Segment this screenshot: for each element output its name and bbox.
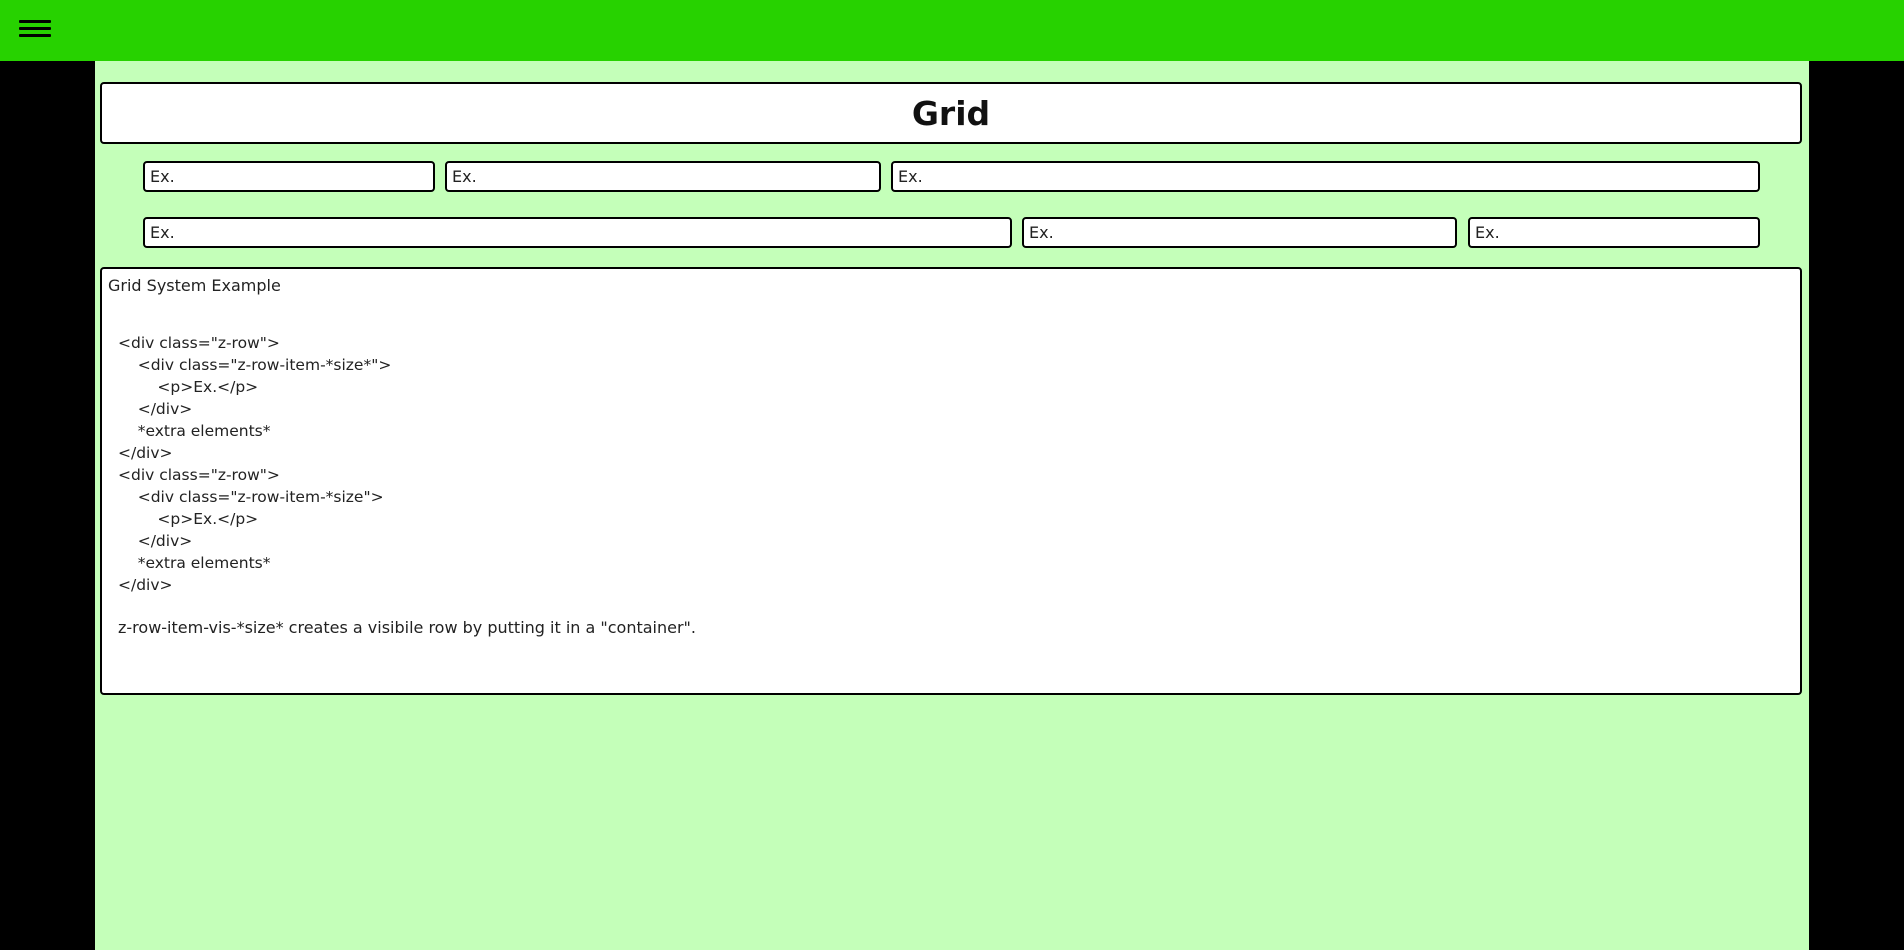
page-title: Grid [911,93,991,133]
main-container: Grid Ex. Ex. Ex. Ex. Ex. Ex. Grid System… [95,61,1809,950]
grid-row-1-item-3: Ex. [891,161,1760,192]
grid-row-2-item-1: Ex. [143,217,1012,248]
example-title: Grid System Example [108,276,281,295]
top-bar [0,0,1904,61]
grid-row-2-item-3: Ex. [1468,217,1760,248]
grid-row-1-item-1: Ex. [143,161,435,192]
title-box: Grid [100,82,1802,144]
example-note: z-row-item-vis-*size* creates a visibile… [118,618,696,637]
hamburger-menu-icon[interactable] [19,20,51,40]
example-code: <div class="z-row"> <div class="z-row-it… [118,334,392,594]
grid-example-box: Grid System Example <div class="z-row"> … [100,267,1802,695]
grid-row-2-item-2: Ex. [1022,217,1457,248]
grid-row-1-item-2: Ex. [445,161,881,192]
